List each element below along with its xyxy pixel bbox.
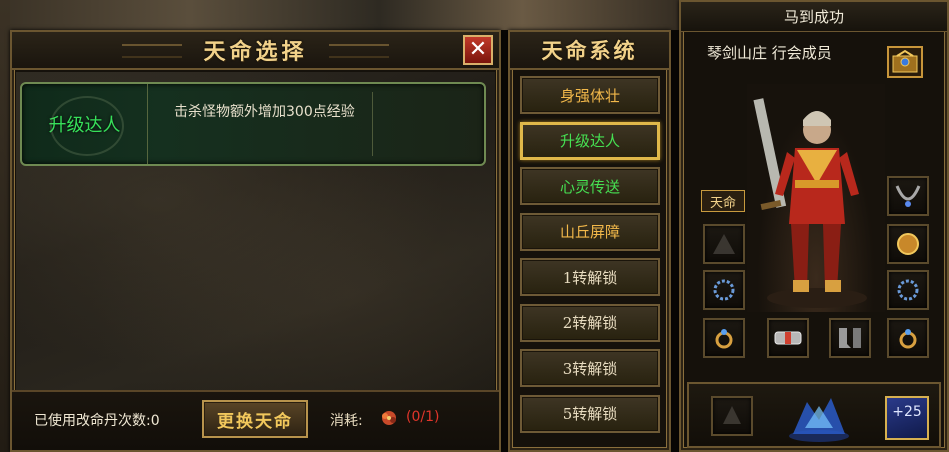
background-scene-left	[0, 0, 10, 452]
fate-selection-panel: 天命选择 ✕ 升级达人 击杀怪物额外增加300点经验 已使用改命丹次数:0 更换…	[10, 30, 501, 452]
system-panel-title: 天命系统	[541, 38, 638, 63]
equip-slot-boots[interactable]	[829, 318, 871, 358]
character-portrait	[747, 84, 885, 312]
fate-card[interactable]: 升级达人 击杀怪物额外增加300点经验	[20, 82, 486, 166]
fate-panel-title-bar: 天命选择 ✕	[12, 32, 499, 70]
equip-slot-gem[interactable]	[711, 396, 753, 436]
fate-card-description: 击杀怪物额外增加300点经验	[174, 104, 355, 120]
fate-card-name: 升级达人	[22, 84, 148, 164]
fate-item-button[interactable]: 山丘屏障	[520, 212, 660, 251]
fate-tag-button[interactable]: 天命	[701, 190, 745, 212]
equip-slot-medal[interactable]	[887, 224, 929, 264]
fate-item-button[interactable]: 身强体壮	[520, 76, 660, 114]
equip-slot-belt[interactable]	[767, 318, 809, 358]
fate-unlock-button[interactable]: 3转解锁	[520, 349, 660, 387]
equip-slot-bracelet-left[interactable]	[703, 270, 745, 310]
fate-card-divider	[372, 92, 373, 156]
character-name: 马到成功	[681, 2, 947, 32]
level-bonus-badge[interactable]: +25	[885, 396, 929, 440]
character-bottom-bar: +25	[687, 382, 941, 448]
equip-slot-bracelet-right[interactable]	[887, 270, 929, 310]
cost-amount: (0/1)	[406, 409, 440, 425]
fate-unlock-button[interactable]: 2转解锁	[520, 303, 660, 342]
equip-slot-necklace[interactable]	[887, 176, 929, 216]
fate-system-list: 身强体壮 升级达人 心灵传送 山丘屏障 1转解锁 2转解锁 3转解锁 5转解锁	[520, 76, 660, 440]
fate-panel-footer: 已使用改命丹次数:0 更换天命 消耗: (0/1)	[12, 390, 499, 450]
pill-item-icon	[382, 411, 396, 425]
equip-slot-ring-right[interactable]	[887, 318, 929, 358]
cost-label: 消耗:	[330, 413, 363, 429]
used-count-text: 已使用改命丹次数:0	[34, 413, 160, 429]
fate-panel-title: 天命选择	[203, 39, 308, 65]
fate-unlock-button[interactable]: 5转解锁	[520, 394, 660, 433]
character-panel: 马到成功 琴剑山庄 行会成员 天命 +25	[679, 0, 949, 452]
title-ornament-right	[329, 44, 389, 58]
mount-icon[interactable]	[779, 388, 859, 444]
system-panel-title-bar: 天命系统	[510, 32, 669, 70]
guild-info: 琴剑山庄 行会成员	[707, 44, 832, 62]
fate-system-panel: 天命系统 身强体壮 升级达人 心灵传送 山丘屏障 1转解锁 2转解锁 3转解锁 …	[508, 30, 671, 452]
fate-item-button[interactable]: 心灵传送	[520, 167, 660, 205]
treasure-box-icon[interactable]	[887, 46, 923, 78]
equip-slot-ring-left[interactable]	[703, 318, 745, 358]
change-fate-button[interactable]: 更换天命	[202, 400, 308, 438]
fate-item-button-selected[interactable]: 升级达人	[520, 121, 660, 160]
equip-slot-armor[interactable]	[703, 224, 745, 264]
fate-unlock-button[interactable]: 1转解锁	[520, 258, 660, 296]
title-ornament-left	[122, 44, 182, 58]
close-button[interactable]: ✕	[463, 35, 493, 65]
